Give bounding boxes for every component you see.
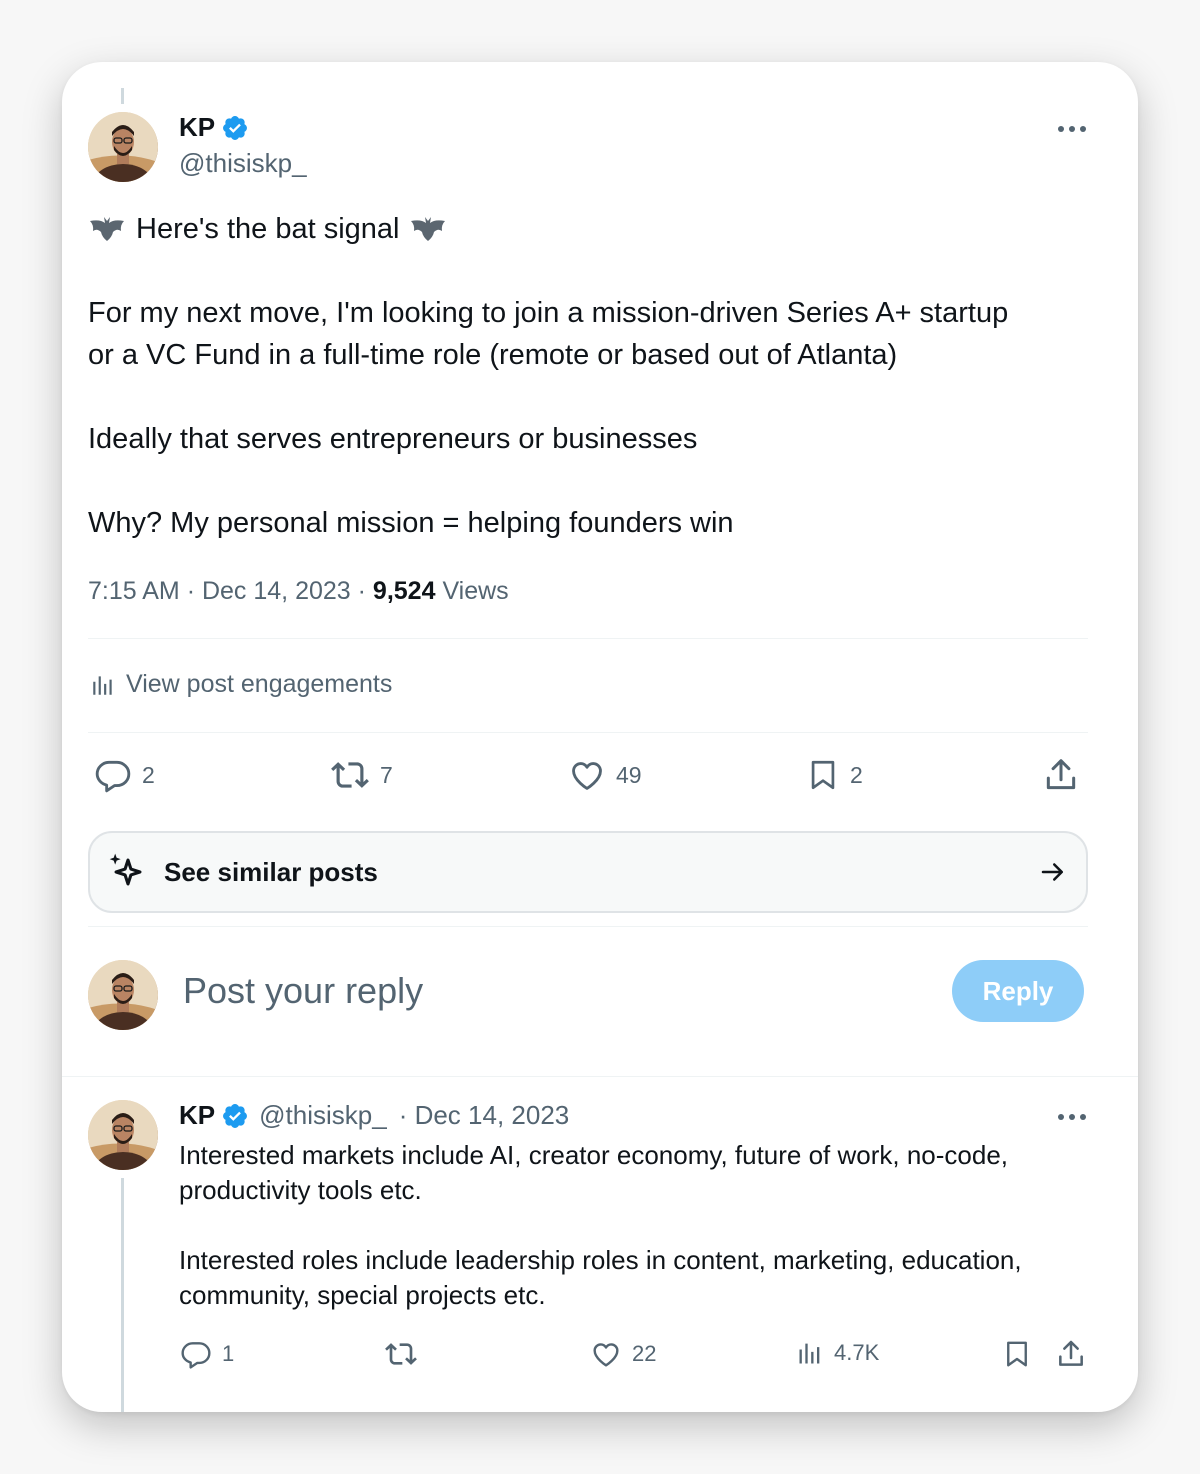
- author-name[interactable]: KP: [179, 112, 215, 143]
- reply-reply-action[interactable]: 1: [180, 1338, 234, 1370]
- reply-like-count: 22: [632, 1341, 657, 1366]
- view-engagements-link[interactable]: View post engagements: [90, 670, 392, 699]
- views-label: Views: [442, 577, 509, 605]
- bookmark-icon: [1007, 1341, 1027, 1367]
- bat-icon: [90, 217, 124, 241]
- bookmark-icon: [811, 760, 835, 790]
- reply-action[interactable]: 2: [94, 756, 155, 794]
- view-engagements-label: View post engagements: [126, 670, 393, 698]
- thread-connector: [121, 1178, 124, 1412]
- reply-count: 2: [142, 761, 155, 788]
- reply-views-action[interactable]: 4.7K: [796, 1338, 879, 1368]
- reply-author-avatar[interactable]: [88, 1100, 158, 1170]
- reply-share-action[interactable]: [1055, 1338, 1087, 1370]
- bookmark-action[interactable]: 2: [806, 756, 863, 794]
- see-similar-posts-button[interactable]: See similar posts: [88, 831, 1088, 913]
- repost-action[interactable]: 7: [330, 756, 393, 794]
- reply-repost-action[interactable]: [384, 1338, 418, 1370]
- bar-chart-icon: [799, 1343, 820, 1364]
- reply-icon: [95, 760, 131, 793]
- thread-connector-top: [121, 88, 124, 104]
- author-handle[interactable]: @thisiskp_: [179, 148, 307, 179]
- tweet-time[interactable]: 7:15 AM: [88, 577, 180, 605]
- reply-header: KP @thisiskp_ · Dec 14, 2023: [179, 1100, 569, 1131]
- reply-input[interactable]: Post your reply: [183, 970, 423, 1012]
- like-icon: [593, 1343, 619, 1367]
- divider: [88, 732, 1088, 733]
- views-count: 9,524: [372, 577, 436, 605]
- divider: [62, 1076, 1138, 1077]
- divider: [88, 926, 1088, 927]
- reply-body: Interested markets include AI, creator e…: [179, 1140, 1022, 1310]
- tweet-meta: 7:15 AM · Dec 14, 2023 · 9,524 Views: [88, 577, 509, 606]
- share-icon: [1046, 759, 1076, 790]
- author-name-row: KP: [179, 112, 249, 143]
- tweet-body: For my next move, I'm looking to join a …: [88, 297, 1009, 539]
- see-similar-posts-label: See similar posts: [164, 856, 378, 887]
- tweet-title-text: Here's the bat signal: [136, 213, 400, 245]
- repost-icon: [331, 762, 369, 788]
- reply-reply-count: 1: [222, 1341, 235, 1366]
- verified-badge-icon: [223, 115, 248, 140]
- tweet-date[interactable]: Dec 14, 2023: [202, 577, 351, 605]
- reply-icon: [181, 1342, 211, 1369]
- like-icon: [572, 762, 602, 790]
- reply-date[interactable]: · Dec 14, 2023: [399, 1100, 570, 1131]
- reply-author-handle[interactable]: @thisiskp_: [259, 1100, 387, 1131]
- reply-views-count: 4.7K: [834, 1340, 880, 1365]
- author-avatar[interactable]: [88, 112, 158, 182]
- reply-button[interactable]: Reply: [952, 960, 1084, 1022]
- arrow-right-icon: [1041, 863, 1063, 881]
- tweet-first-line: Here's the bat signal: [88, 208, 447, 250]
- repost-count: 7: [380, 761, 393, 788]
- share-action[interactable]: [1042, 756, 1080, 794]
- repost-icon: [385, 1343, 417, 1365]
- reply-author-name[interactable]: KP: [179, 1100, 215, 1131]
- bookmark-count: 2: [850, 761, 863, 788]
- tweet-card: KP @thisiskp_ Here's the bat signal For …: [62, 62, 1138, 1412]
- meta-separator: ·: [186, 577, 196, 605]
- bat-icon: [411, 217, 446, 241]
- sparkle-icon: [109, 853, 142, 886]
- like-count: 49: [616, 761, 642, 788]
- current-user-avatar[interactable]: [88, 960, 158, 1030]
- more-icon[interactable]: [1057, 1112, 1087, 1122]
- share-icon: [1059, 1340, 1083, 1366]
- meta-separator: ·: [357, 577, 366, 605]
- more-icon[interactable]: [1057, 124, 1087, 134]
- reply-bookmark-action[interactable]: [1002, 1338, 1032, 1370]
- like-action[interactable]: 49: [568, 756, 642, 794]
- verified-badge-icon: [223, 1103, 248, 1128]
- divider: [88, 638, 1088, 639]
- reply-like-action[interactable]: 22: [590, 1338, 656, 1370]
- bar-chart-icon: [93, 675, 112, 695]
